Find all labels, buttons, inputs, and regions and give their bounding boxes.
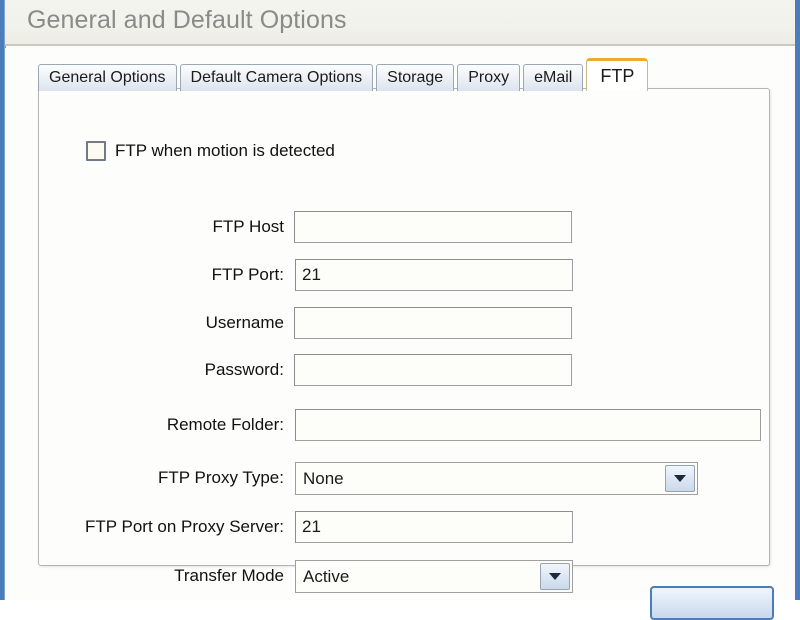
tab-label: FTP xyxy=(600,65,635,86)
username-label: Username xyxy=(205,313,284,332)
tab-storage[interactable]: Storage xyxy=(376,64,455,91)
ftp-port-on-proxy-input[interactable]: 21 xyxy=(295,511,573,543)
ftp-port-input[interactable]: 21 xyxy=(295,259,573,291)
remote-folder-label: Remote Folder: xyxy=(166,415,284,434)
ftp-when-motion-label: FTP when motion is detected xyxy=(115,141,335,160)
chevron-down-icon[interactable] xyxy=(665,465,695,492)
active-tab-notch xyxy=(587,88,648,91)
ftp-port-on-proxy-label: FTP Port on Proxy Server: xyxy=(84,517,284,536)
row-ftp-port-proxy: FTP Port on Proxy Server: xyxy=(4,511,284,543)
tab-email[interactable]: eMail xyxy=(523,64,584,91)
ftp-port-label: FTP Port: xyxy=(211,265,284,284)
ftp-when-motion-checkbox[interactable] xyxy=(86,141,106,161)
tab-general-options[interactable]: General Options xyxy=(38,64,177,91)
tab-label: Storage xyxy=(387,69,444,86)
chevron-down-icon[interactable] xyxy=(540,563,570,590)
ok-button[interactable] xyxy=(650,586,774,620)
tab-label: Default Camera Options xyxy=(190,69,363,86)
tab-ftp[interactable]: FTP xyxy=(586,58,649,91)
options-window: General and Default Options General Opti… xyxy=(0,0,800,620)
tab-label: General Options xyxy=(49,69,166,86)
username-input[interactable] xyxy=(294,307,572,339)
ftp-proxy-type-select[interactable]: None xyxy=(295,462,698,495)
row-ftp-host: FTP Host xyxy=(39,211,284,243)
ftp-host-label: FTP Host xyxy=(212,217,284,236)
row-username: Username xyxy=(39,307,284,339)
ftp-host-input[interactable] xyxy=(294,211,572,243)
row-ftp-port: FTP Port: xyxy=(39,259,284,291)
tab-label: eMail xyxy=(534,69,573,86)
row-transfer-mode: Transfer Mode xyxy=(39,560,284,592)
ftp-proxy-type-label: FTP Proxy Type: xyxy=(158,468,284,487)
transfer-mode-select[interactable]: Active xyxy=(295,560,573,593)
transfer-mode-value: Active xyxy=(303,566,350,586)
ftp-proxy-type-value: None xyxy=(303,468,344,488)
window-titlebar: General and Default Options xyxy=(5,0,795,46)
tab-label: Proxy xyxy=(468,69,510,86)
remote-folder-input[interactable] xyxy=(295,409,761,441)
row-remote-folder: Remote Folder: xyxy=(39,409,284,441)
row-ftp-proxy-type: FTP Proxy Type: xyxy=(39,462,284,494)
password-label: Password: xyxy=(204,360,284,379)
ftp-on-motion-row: FTP when motion is detected xyxy=(86,141,335,161)
row-password: Password: xyxy=(39,354,284,386)
tab-strip: General Options Default Camera Options S… xyxy=(38,58,651,91)
tab-proxy[interactable]: Proxy xyxy=(457,64,521,91)
tab-panel-ftp: FTP when motion is detected FTP Host FTP… xyxy=(38,88,770,593)
page-title: General and Default Options xyxy=(27,6,347,34)
password-input[interactable] xyxy=(294,354,572,386)
dialog-body: General Options Default Camera Options S… xyxy=(5,48,795,600)
tab-default-camera-options[interactable]: Default Camera Options xyxy=(179,64,374,91)
transfer-mode-label: Transfer Mode xyxy=(174,566,284,585)
